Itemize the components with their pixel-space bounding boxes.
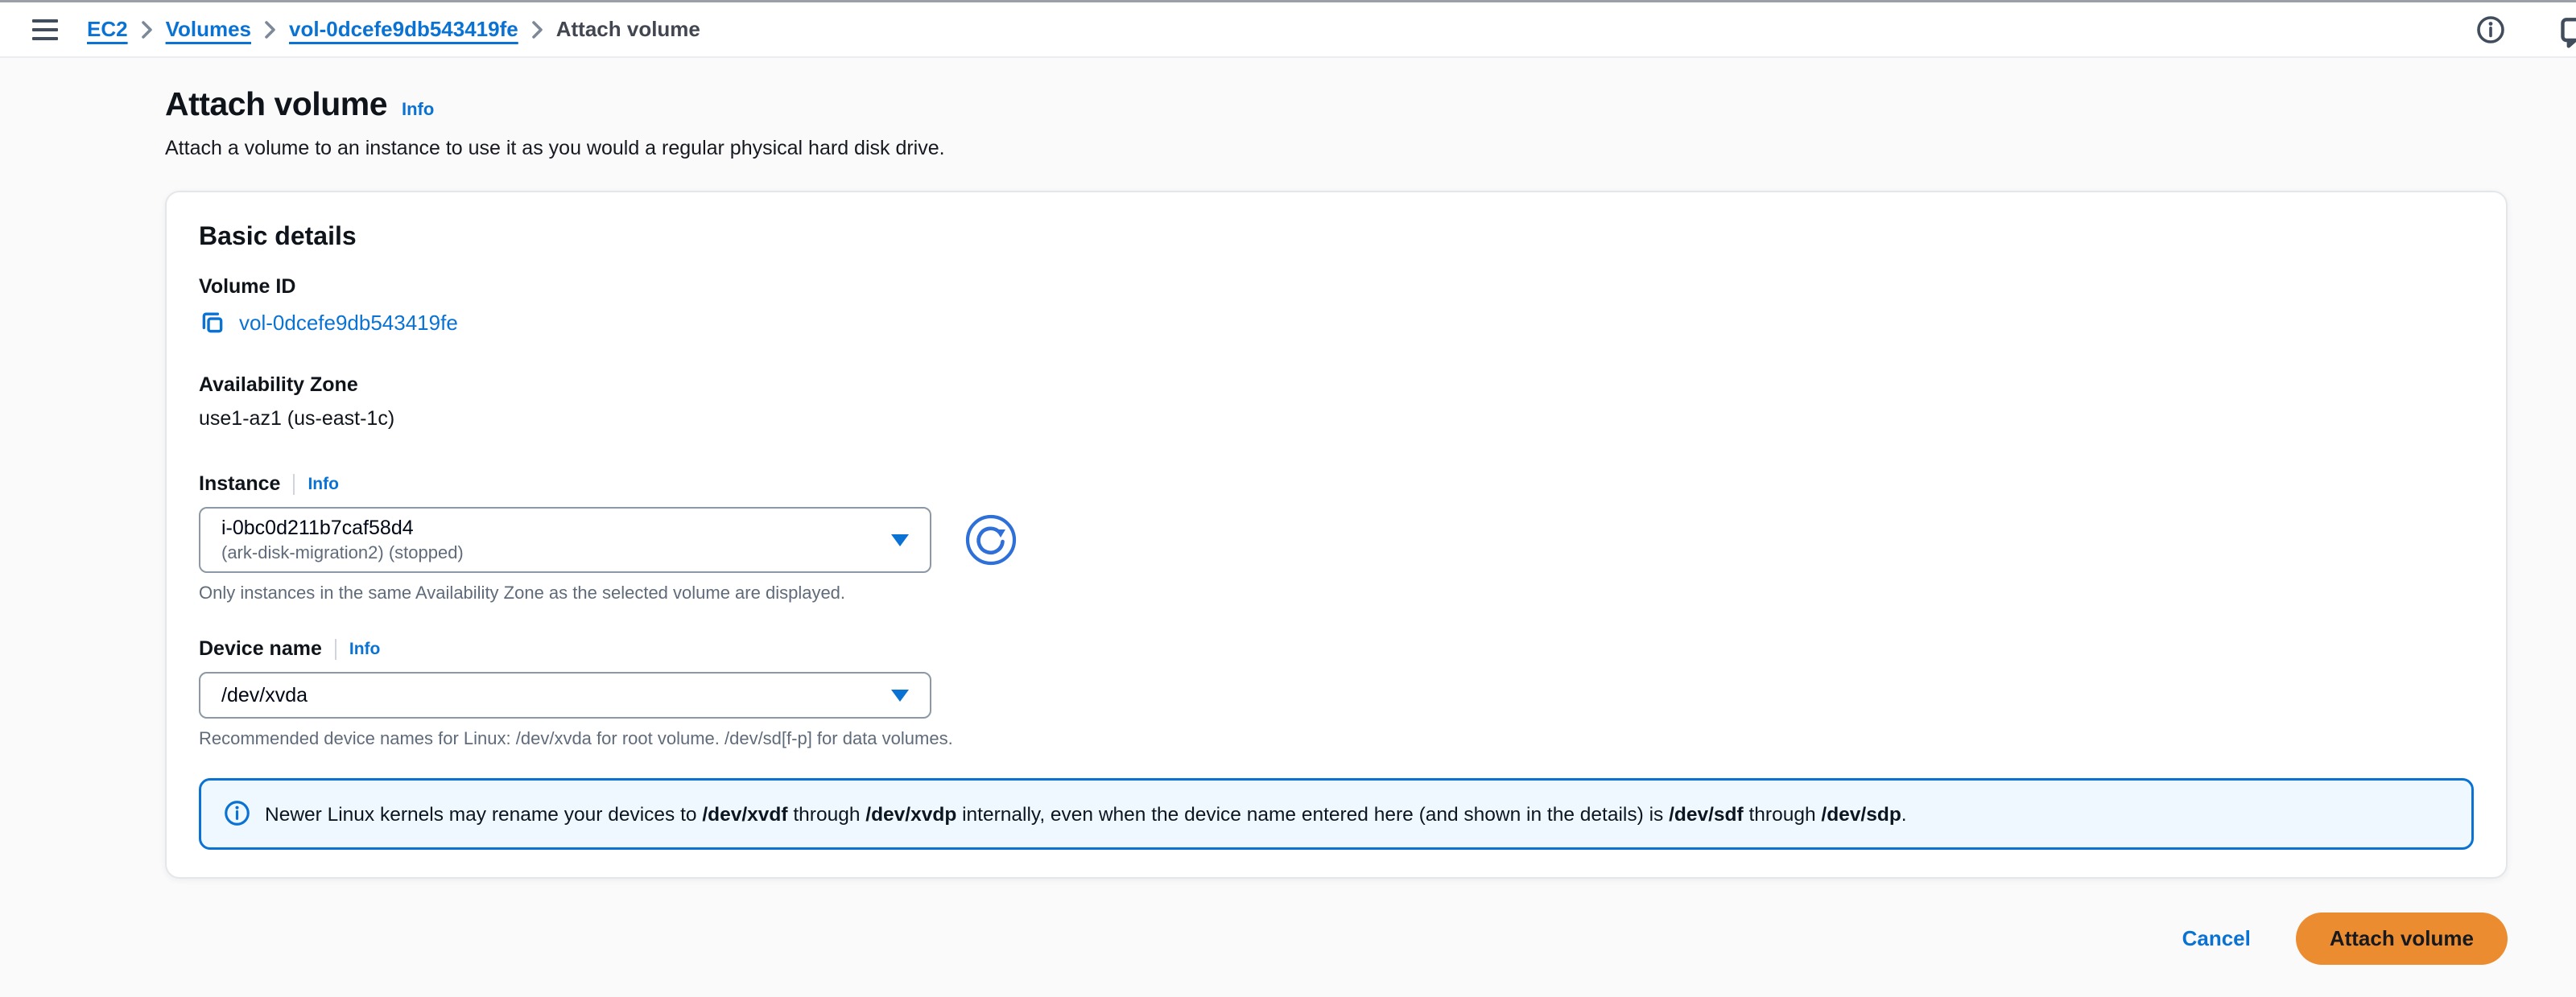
device-name-info-link[interactable]: Info — [349, 640, 380, 659]
refresh-instances-button[interactable] — [964, 513, 1018, 567]
info-circle-icon — [224, 800, 250, 826]
instance-field: Instance Info i-0bc0d211b7caf58d4 (ark-d… — [199, 472, 2474, 604]
chevron-right-icon — [264, 20, 276, 39]
device-name-select-value: /dev/xvda — [221, 684, 308, 707]
breadcrumb: EC2 Volumes vol-0dcefe9db543419fe Attach… — [87, 17, 700, 42]
availability-zone-value: use1-az1 (us-east-1c) — [199, 407, 2474, 431]
device-name-helper-text: Recommended device names for Linux: /dev… — [199, 728, 2474, 749]
info-alert: Newer Linux kernels may rename your devi… — [199, 778, 2474, 850]
breadcrumb-volume-id[interactable]: vol-0dcefe9db543419fe — [289, 17, 518, 42]
alert-message: Newer Linux kernels may rename your devi… — [265, 800, 1907, 828]
volume-id-label: Volume ID — [199, 275, 2474, 299]
device-name-select[interactable]: /dev/xvda — [199, 672, 931, 719]
feedback-icon[interactable] — [2558, 14, 2576, 53]
device-name-label: Device name — [199, 637, 322, 661]
info-circle-icon[interactable] — [2476, 15, 2505, 44]
instance-info-link[interactable]: Info — [308, 475, 338, 494]
chevron-right-icon — [531, 20, 543, 39]
copy-icon[interactable] — [199, 309, 226, 336]
instance-select-value: i-0bc0d211b7caf58d4 — [221, 517, 464, 540]
instance-helper-text: Only instances in the same Availability … — [199, 583, 2474, 604]
page-title-info-link[interactable]: Info — [402, 99, 434, 120]
breadcrumb-volumes[interactable]: Volumes — [166, 17, 251, 42]
section-title: Basic details — [199, 221, 2474, 251]
page-description: Attach a volume to an instance to use it… — [165, 137, 2508, 160]
instance-select-secondary: (ark-disk-migration2) (stopped) — [221, 542, 464, 563]
page-title: Attach volume — [165, 85, 387, 123]
dropdown-caret-icon — [891, 534, 909, 546]
device-name-field: Device name Info /dev/xvda Recommended d… — [199, 637, 2474, 749]
content-area: Attach volume Info Attach a volume to an… — [0, 58, 2576, 997]
label-divider — [335, 639, 336, 660]
breadcrumb-bar: EC2 Volumes vol-0dcefe9db543419fe Attach… — [0, 2, 2576, 58]
label-divider — [293, 474, 295, 495]
instance-select[interactable]: i-0bc0d211b7caf58d4 (ark-disk-migration2… — [199, 507, 931, 573]
cancel-button[interactable]: Cancel — [2182, 926, 2251, 951]
breadcrumb-current: Attach volume — [556, 17, 700, 42]
breadcrumb-ec2[interactable]: EC2 — [87, 17, 128, 42]
volume-id-field: Volume ID vol-0dcefe9db543419fe — [199, 275, 2474, 336]
hamburger-menu-icon[interactable] — [32, 19, 58, 40]
attach-volume-button[interactable]: Attach volume — [2296, 913, 2508, 965]
basic-details-card: Basic details Volume ID vol-0dcefe9db543… — [165, 191, 2508, 879]
page-header: Attach volume Info Attach a volume to an… — [165, 85, 2508, 160]
dropdown-caret-icon — [891, 690, 909, 702]
instance-label: Instance — [199, 472, 280, 496]
availability-zone-label: Availability Zone — [199, 373, 2474, 397]
availability-zone-field: Availability Zone use1-az1 (us-east-1c) — [199, 373, 2474, 431]
form-actions: Cancel Attach volume — [165, 913, 2508, 997]
volume-id-link[interactable]: vol-0dcefe9db543419fe — [239, 311, 458, 336]
chevron-right-icon — [141, 20, 153, 39]
